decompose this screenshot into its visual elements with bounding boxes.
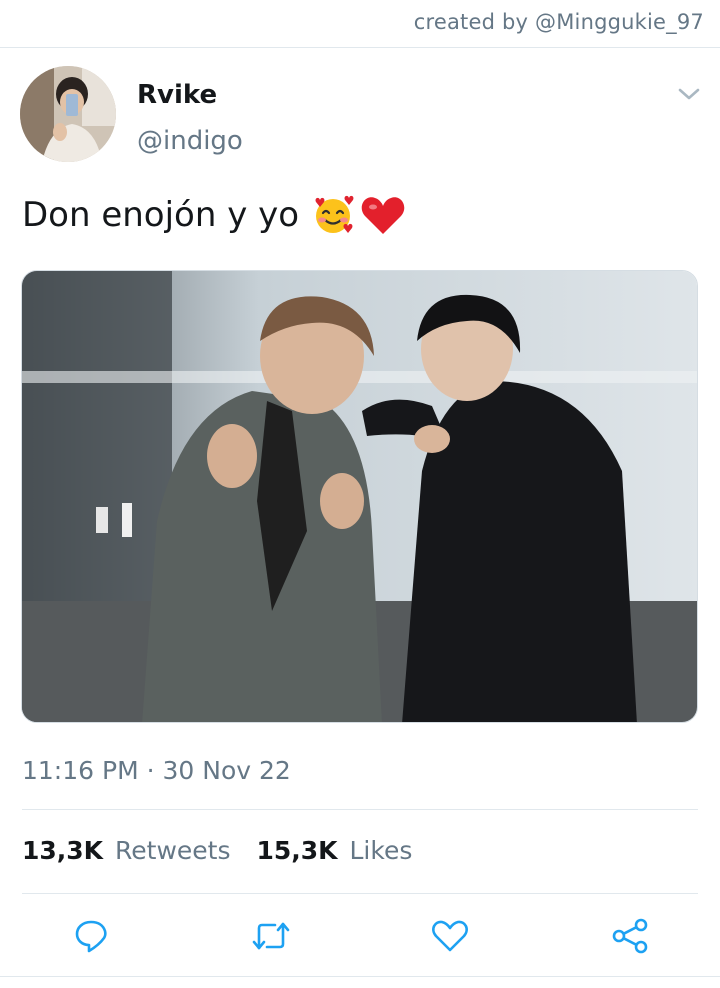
tweet-photo[interactable] — [21, 270, 698, 723]
avatar[interactable] — [20, 66, 116, 162]
divider — [0, 976, 720, 977]
author-display-name[interactable]: Rvike — [137, 80, 217, 110]
smiling-face-with-hearts-icon — [315, 195, 354, 233]
likes-stat[interactable]: 15,3K Likes — [256, 836, 412, 865]
red-heart-icon — [361, 197, 405, 234]
retweets-stat[interactable]: 13,3K Retweets — [22, 836, 230, 865]
credit-bar: created by @Minggukie_97 — [0, 0, 720, 48]
tweet-stats: 13,3K Retweets 15,3K Likes — [22, 836, 412, 865]
divider — [22, 893, 698, 894]
retweets-count: 13,3K — [22, 836, 104, 865]
retweets-label: Retweets — [115, 836, 231, 865]
tweet-text: Don enojón y yo — [22, 194, 407, 236]
credit-text: created by @Minggukie_97 — [413, 10, 704, 34]
like-icon[interactable] — [430, 916, 470, 956]
chevron-down-icon[interactable] — [676, 84, 702, 104]
share-icon[interactable] — [610, 916, 650, 956]
likes-count: 15,3K — [256, 836, 338, 865]
photo-image — [22, 271, 697, 722]
retweet-icon[interactable] — [251, 916, 291, 956]
author-handle[interactable]: @indigo — [137, 126, 243, 156]
tweet-actions — [0, 908, 720, 964]
divider — [22, 809, 698, 810]
tweet-timestamp[interactable]: 11:16 PM · 30 Nov 22 — [22, 756, 291, 785]
avatar-image — [20, 66, 116, 162]
emoji-group — [311, 194, 407, 236]
reply-icon[interactable] — [71, 916, 111, 956]
tweet-text-content: Don enojón y yo — [22, 195, 300, 235]
likes-label: Likes — [349, 836, 413, 865]
